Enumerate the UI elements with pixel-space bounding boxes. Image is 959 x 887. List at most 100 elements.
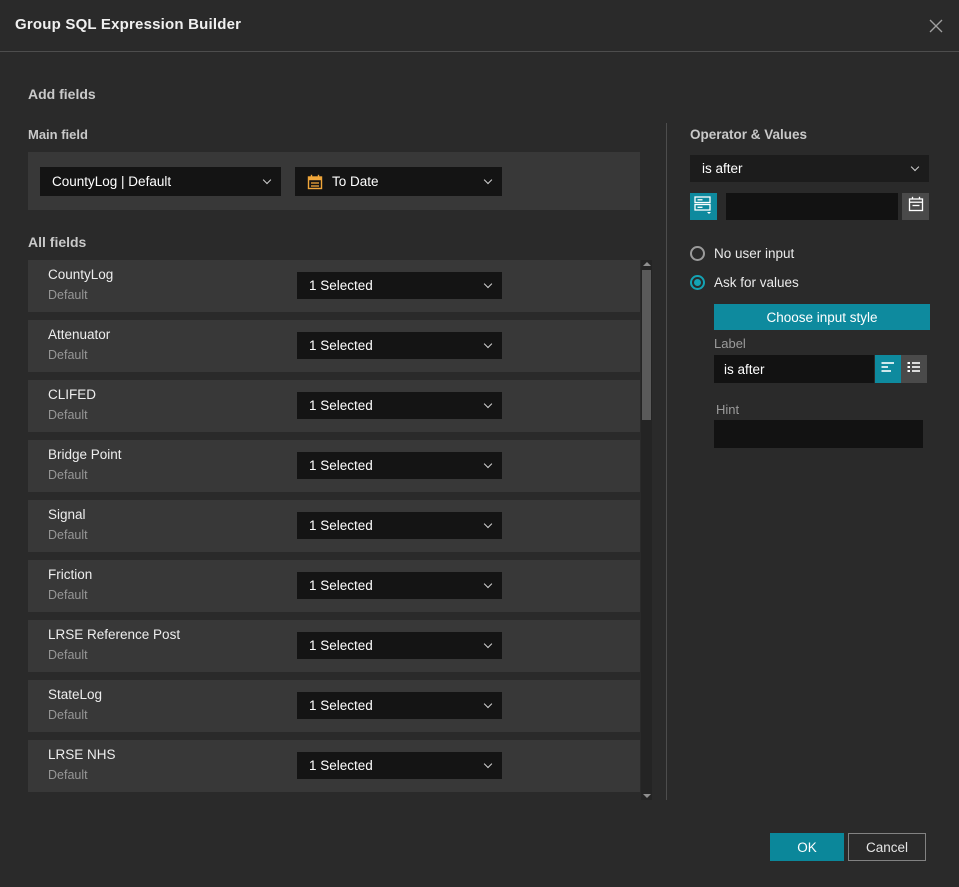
field-name: CLIFED <box>48 387 97 402</box>
radio-ask-for-values[interactable]: Ask for values <box>690 275 799 290</box>
dialog-title: Group SQL Expression Builder <box>15 16 242 33</box>
field-selection-dropdown[interactable]: 1 Selected <box>297 752 502 779</box>
field-selection-dropdown[interactable]: 1 Selected <box>297 512 502 539</box>
field-type: Default <box>48 348 88 362</box>
field-type: Default <box>48 768 88 782</box>
chevron-down-icon <box>483 279 493 288</box>
field-selection-value: 1 Selected <box>309 518 373 533</box>
calendar-icon <box>908 196 924 217</box>
label-input[interactable] <box>714 355 874 383</box>
field-row: Friction Default 1 Selected <box>28 560 640 612</box>
stacked-values-icon <box>694 195 713 219</box>
all-fields-list: CountyLog Default 1 Selected Attenuator … <box>28 260 640 800</box>
field-type: Default <box>48 588 88 602</box>
main-field-heading: Main field <box>28 127 88 142</box>
chevron-down-icon <box>483 759 493 768</box>
field-name: Friction <box>48 567 93 582</box>
field-type: Default <box>48 648 88 662</box>
list-input-icon <box>906 359 922 380</box>
chevron-down-icon <box>483 699 493 708</box>
main-field-dropdown-value: CountyLog | Default <box>52 174 172 189</box>
field-selection-value: 1 Selected <box>309 278 373 293</box>
field-name: CountyLog <box>48 267 114 282</box>
chevron-down-icon <box>483 399 493 408</box>
field-selection-dropdown[interactable]: 1 Selected <box>297 272 502 299</box>
field-name: StateLog <box>48 687 103 702</box>
value-type-button[interactable] <box>690 193 717 220</box>
field-selection-value: 1 Selected <box>309 638 373 653</box>
chevron-down-icon <box>483 175 493 184</box>
add-fields-heading: Add fields <box>28 86 96 102</box>
dialog-titlebar: Group SQL Expression Builder <box>0 0 959 52</box>
operator-dropdown[interactable]: is after <box>690 155 929 182</box>
cancel-button[interactable]: Cancel <box>848 833 926 861</box>
chevron-down-icon <box>483 459 493 468</box>
calendar-icon <box>307 174 323 190</box>
ok-button[interactable]: OK <box>770 833 844 861</box>
all-fields-heading: All fields <box>28 234 87 250</box>
choose-input-style-button[interactable]: Choose input style <box>714 304 930 330</box>
radio-circle-selected-icon[interactable] <box>690 275 705 290</box>
field-type: Default <box>48 528 88 542</box>
value-input[interactable] <box>726 193 898 220</box>
close-icon[interactable] <box>926 16 946 36</box>
radio-no-user-input[interactable]: No user input <box>690 246 794 261</box>
date-picker-button[interactable] <box>902 193 929 220</box>
radio-ask-for-values-label: Ask for values <box>714 275 799 290</box>
field-selection-dropdown[interactable]: 1 Selected <box>297 692 502 719</box>
field-selection-dropdown[interactable]: 1 Selected <box>297 332 502 359</box>
list-scrollbar[interactable] <box>641 260 652 800</box>
radio-no-user-input-label: No user input <box>714 246 795 261</box>
single-line-style-button[interactable] <box>875 355 901 383</box>
list-style-button[interactable] <box>901 355 927 383</box>
field-row: CLIFED Default 1 Selected <box>28 380 640 432</box>
field-row: Attenuator Default 1 Selected <box>28 320 640 372</box>
scroll-down-icon[interactable] <box>643 794 651 798</box>
field-selection-dropdown[interactable]: 1 Selected <box>297 572 502 599</box>
field-name: Attenuator <box>48 327 111 342</box>
field-selection-value: 1 Selected <box>309 698 373 713</box>
field-type: Default <box>48 468 88 482</box>
field-selection-value: 1 Selected <box>309 338 373 353</box>
field-row: Signal Default 1 Selected <box>28 500 640 552</box>
chevron-down-icon <box>483 639 493 648</box>
field-selection-dropdown[interactable]: 1 Selected <box>297 632 502 659</box>
main-field-bar: CountyLog | Default To Date <box>28 152 640 210</box>
operator-dropdown-value: is after <box>702 161 743 176</box>
vertical-divider <box>666 123 667 800</box>
chevron-down-icon <box>262 175 272 184</box>
single-line-input-icon <box>880 359 896 380</box>
field-selection-dropdown[interactable]: 1 Selected <box>297 452 502 479</box>
radio-circle-icon[interactable] <box>690 246 705 261</box>
field-selection-value: 1 Selected <box>309 458 373 473</box>
field-name: LRSE Reference Post <box>48 627 181 642</box>
field-row: StateLog Default 1 Selected <box>28 680 640 732</box>
field-row: CountyLog Default 1 Selected <box>28 260 640 312</box>
date-field-dropdown[interactable]: To Date <box>295 167 502 196</box>
hint-input[interactable] <box>714 420 923 448</box>
field-name: Signal <box>48 507 86 522</box>
field-row: LRSE Reference Post Default 1 Selected <box>28 620 640 672</box>
field-type: Default <box>48 408 88 422</box>
field-selection-value: 1 Selected <box>309 578 373 593</box>
date-field-dropdown-value: To Date <box>332 174 379 189</box>
hint-caption: Hint <box>716 402 740 417</box>
field-name: Bridge Point <box>48 447 122 462</box>
chevron-down-icon <box>910 162 920 171</box>
field-row: Bridge Point Default 1 Selected <box>28 440 640 492</box>
field-selection-dropdown[interactable]: 1 Selected <box>297 392 502 419</box>
chevron-down-icon <box>483 519 493 528</box>
scrollbar-thumb[interactable] <box>642 270 651 420</box>
operator-values-heading: Operator & Values <box>690 127 808 142</box>
label-caption: Label <box>714 336 746 351</box>
chevron-down-icon <box>483 339 493 348</box>
main-field-dropdown[interactable]: CountyLog | Default <box>40 167 281 196</box>
scroll-up-icon[interactable] <box>643 262 651 266</box>
field-selection-value: 1 Selected <box>309 398 373 413</box>
field-type: Default <box>48 288 88 302</box>
field-type: Default <box>48 708 88 722</box>
field-selection-value: 1 Selected <box>309 758 373 773</box>
chevron-down-icon <box>483 579 493 588</box>
field-row: LRSE NHS Default 1 Selected <box>28 740 640 792</box>
field-name: LRSE NHS <box>48 747 116 762</box>
